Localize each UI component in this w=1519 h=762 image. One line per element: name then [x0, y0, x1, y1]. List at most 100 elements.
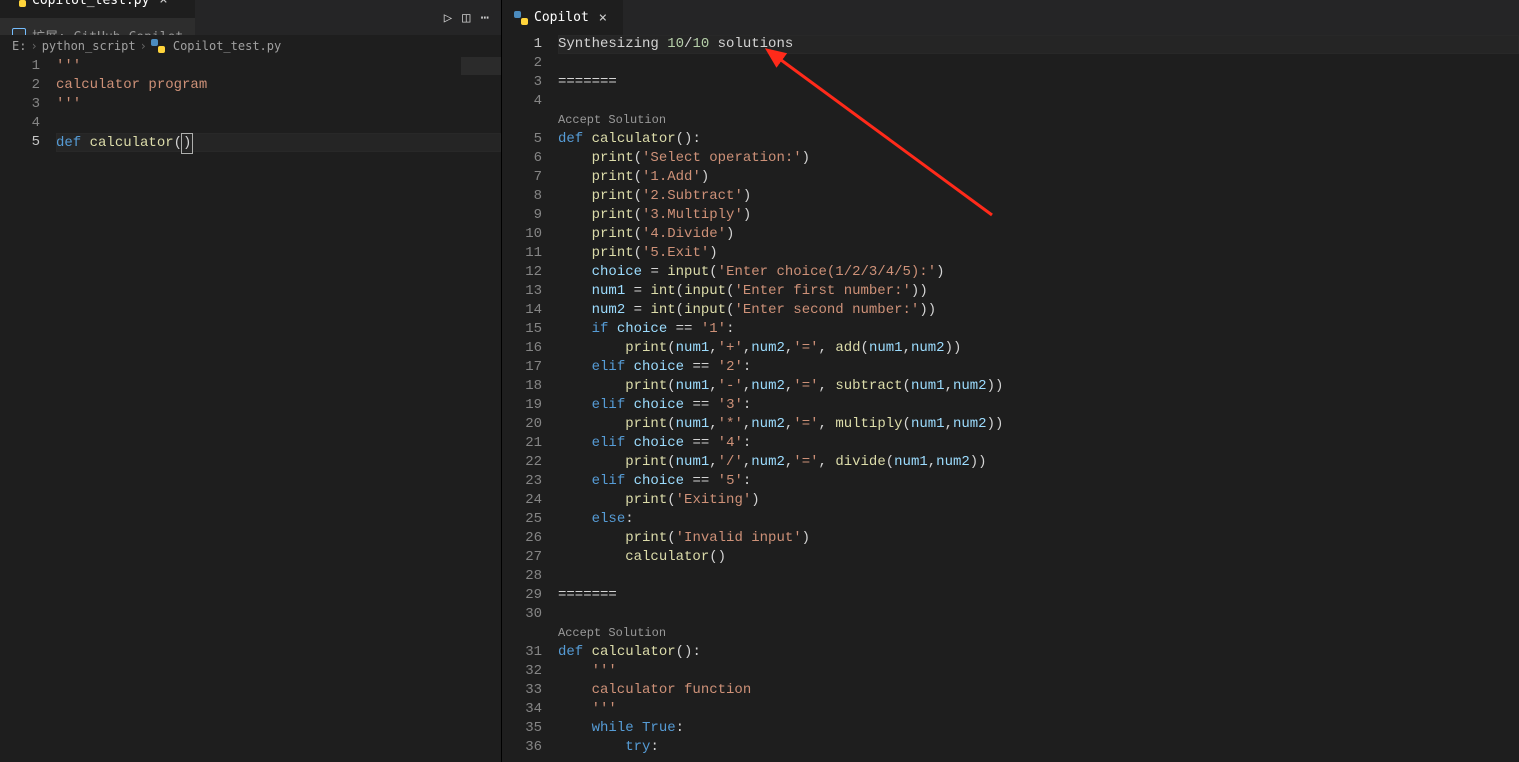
line-number[interactable]: 23: [502, 472, 542, 491]
line-number[interactable]: 24: [502, 491, 542, 510]
line-number[interactable]: 5: [502, 130, 542, 149]
close-icon[interactable]: ×: [595, 10, 611, 26]
line-number[interactable]: 6: [502, 149, 542, 168]
accept-solution-codelens[interactable]: Accept Solution: [558, 111, 666, 130]
line-number[interactable]: 12: [502, 263, 542, 282]
code-line[interactable]: num2 = int(input('Enter second number:')…: [558, 301, 1519, 320]
code-line[interactable]: else:: [558, 510, 1519, 529]
line-number[interactable]: 10: [502, 225, 542, 244]
code-line[interactable]: [558, 567, 1519, 586]
minimap-icon[interactable]: [461, 57, 501, 75]
code-line[interactable]: print(num1,'+',num2,'=', add(num1,num2)): [558, 339, 1519, 358]
code-line[interactable]: elif choice == '4':: [558, 434, 1519, 453]
breadcrumb[interactable]: E:›python_script›Copilot_test.py: [0, 35, 501, 57]
line-number[interactable]: 32: [502, 662, 542, 681]
line-number[interactable]: 3: [0, 95, 40, 114]
line-number[interactable]: 36: [502, 738, 542, 757]
line-number[interactable]: 4: [0, 114, 40, 133]
line-number[interactable]: 13: [502, 282, 542, 301]
line-number[interactable]: 16: [502, 339, 542, 358]
code-line[interactable]: print(num1,'/',num2,'=', divide(num1,num…: [558, 453, 1519, 472]
line-number[interactable]: 4: [502, 92, 542, 111]
breadcrumb-segment[interactable]: E:: [12, 39, 26, 53]
code-line[interactable]: if choice == '1':: [558, 320, 1519, 339]
editor-right[interactable]: 1234 56789101112131415161718192021222324…: [502, 35, 1519, 762]
line-number[interactable]: 2: [0, 76, 40, 95]
line-number[interactable]: 8: [502, 187, 542, 206]
tab-copilot-test-py[interactable]: Copilot_test.py×: [0, 0, 196, 18]
line-number[interactable]: 35: [502, 719, 542, 738]
code-line[interactable]: =======: [558, 586, 1519, 605]
code-line[interactable]: num1 = int(input('Enter first number:')): [558, 282, 1519, 301]
code-line[interactable]: print('4.Divide'): [558, 225, 1519, 244]
line-number[interactable]: 1: [502, 35, 542, 54]
code-line[interactable]: calculator function: [558, 681, 1519, 700]
code-line[interactable]: print('2.Subtract'): [558, 187, 1519, 206]
code-line[interactable]: [558, 54, 1519, 73]
code-line[interactable]: print('1.Add'): [558, 168, 1519, 187]
line-number[interactable]: 2: [502, 54, 542, 73]
code-line[interactable]: print(num1,'-',num2,'=', subtract(num1,n…: [558, 377, 1519, 396]
line-number[interactable]: 5: [0, 133, 40, 152]
code-line[interactable]: while True:: [558, 719, 1519, 738]
code-line[interactable]: =======: [558, 73, 1519, 92]
code-line[interactable]: choice = input('Enter choice(1/2/3/4/5):…: [558, 263, 1519, 282]
code-line[interactable]: ''': [558, 700, 1519, 719]
code-line[interactable]: elif choice == '5':: [558, 472, 1519, 491]
code-line[interactable]: elif choice == '2':: [558, 358, 1519, 377]
line-number[interactable]: 3: [502, 73, 542, 92]
line-number[interactable]: 20: [502, 415, 542, 434]
code-line[interactable]: print('Select operation:'): [558, 149, 1519, 168]
code-line[interactable]: [56, 114, 501, 133]
line-number[interactable]: 1: [0, 57, 40, 76]
close-icon[interactable]: ×: [155, 0, 171, 8]
code-line[interactable]: calculator(): [558, 548, 1519, 567]
breadcrumb-segment[interactable]: python_script: [42, 39, 136, 53]
python-file-icon: [151, 39, 165, 53]
line-number[interactable]: 7: [502, 168, 542, 187]
code-line[interactable]: [558, 605, 1519, 624]
code-line[interactable]: print('Invalid input'): [558, 529, 1519, 548]
accept-solution-codelens[interactable]: Accept Solution: [558, 624, 666, 643]
code-line[interactable]: print('5.Exit'): [558, 244, 1519, 263]
line-number[interactable]: 28: [502, 567, 542, 586]
line-number[interactable]: 18: [502, 377, 542, 396]
tab-copilot[interactable]: Copilot×: [502, 0, 624, 35]
line-number[interactable]: 27: [502, 548, 542, 567]
code-line[interactable]: print(num1,'*',num2,'=', multiply(num1,n…: [558, 415, 1519, 434]
line-number[interactable]: 29: [502, 586, 542, 605]
code-line[interactable]: def calculator():: [558, 643, 1519, 662]
editor-actions: ▷ ◫ ⋯: [444, 10, 501, 26]
line-number[interactable]: 9: [502, 206, 542, 225]
line-number[interactable]: 34: [502, 700, 542, 719]
code-line[interactable]: Synthesizing 10/10 solutions: [558, 35, 1519, 54]
code-line[interactable]: def calculator():: [558, 130, 1519, 149]
line-number[interactable]: 14: [502, 301, 542, 320]
split-editor-icon[interactable]: ◫: [462, 10, 470, 26]
code-line[interactable]: ''': [56, 95, 501, 114]
code-line[interactable]: ''': [56, 57, 501, 76]
code-line[interactable]: [558, 92, 1519, 111]
code-line[interactable]: calculator program: [56, 76, 501, 95]
line-number[interactable]: 25: [502, 510, 542, 529]
more-actions-icon[interactable]: ⋯: [481, 10, 489, 26]
line-number[interactable]: 17: [502, 358, 542, 377]
line-number[interactable]: 31: [502, 643, 542, 662]
run-icon[interactable]: ▷: [444, 10, 452, 26]
code-line[interactable]: try:: [558, 738, 1519, 757]
code-line[interactable]: ''': [558, 662, 1519, 681]
line-number[interactable]: 30: [502, 605, 542, 624]
line-number[interactable]: 22: [502, 453, 542, 472]
line-number[interactable]: 19: [502, 396, 542, 415]
line-number[interactable]: 11: [502, 244, 542, 263]
code-line[interactable]: elif choice == '3':: [558, 396, 1519, 415]
breadcrumb-segment[interactable]: Copilot_test.py: [173, 39, 281, 53]
code-line[interactable]: def calculator(): [56, 133, 501, 152]
line-number[interactable]: 21: [502, 434, 542, 453]
line-number[interactable]: 33: [502, 681, 542, 700]
editor-left[interactable]: 12345 '''calculator program''' def calcu…: [0, 57, 501, 762]
code-line[interactable]: print('Exiting'): [558, 491, 1519, 510]
code-line[interactable]: print('3.Multiply'): [558, 206, 1519, 225]
line-number[interactable]: 15: [502, 320, 542, 339]
line-number[interactable]: 26: [502, 529, 542, 548]
